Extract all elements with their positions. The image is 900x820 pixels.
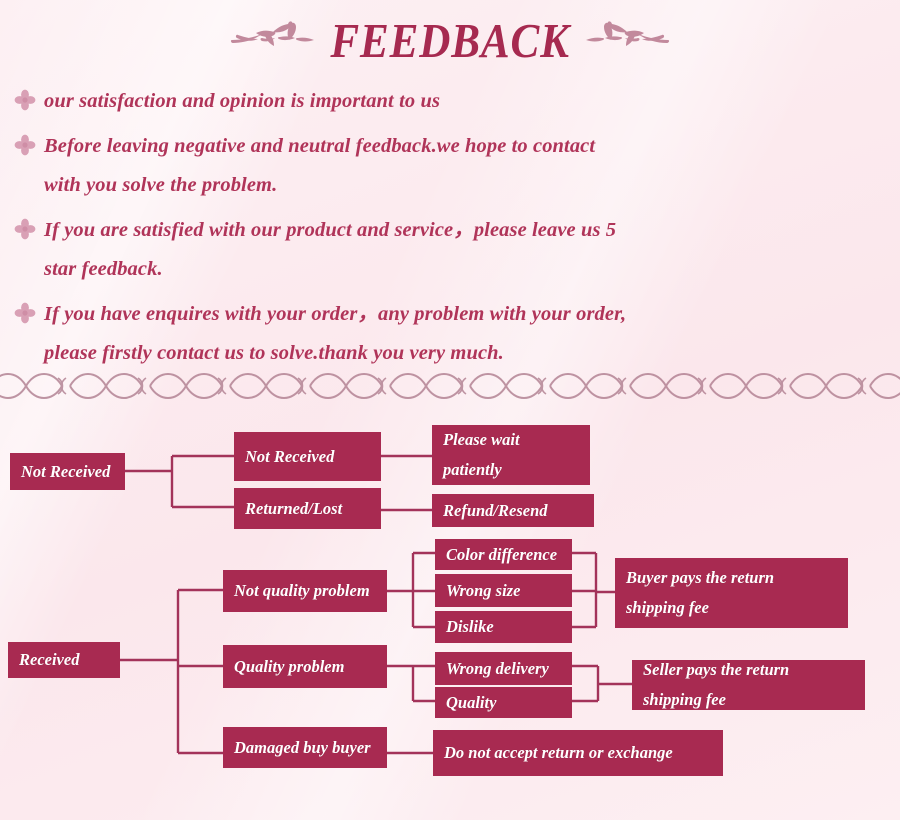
flow-box-line: shipping fee bbox=[626, 598, 709, 617]
flow-box-color-difference[interactable]: Color difference bbox=[435, 539, 572, 570]
flow-box-dislike[interactable]: Dislike bbox=[435, 611, 572, 643]
flow-box-returned-lost[interactable]: Returned/Lost bbox=[234, 488, 381, 529]
flow-box-line: Seller pays the return bbox=[643, 660, 790, 679]
flow-box-quality-problem[interactable]: Quality problem bbox=[223, 645, 387, 688]
flow-box-seller-pays-return-shipping[interactable]: Seller pays the return shipping fee bbox=[632, 660, 865, 710]
flow-box-quality[interactable]: Quality bbox=[435, 687, 572, 718]
flow-box-received-root[interactable]: Received bbox=[8, 642, 120, 678]
flow-box-line: Buyer pays the return bbox=[626, 568, 775, 587]
flow-box-wrong-size[interactable]: Wrong size bbox=[435, 574, 572, 607]
flow-box-not-received-root[interactable]: Not Received bbox=[10, 453, 125, 490]
flow-box-line: shipping fee bbox=[643, 690, 726, 709]
returns-policy-flowchart: Not Received Not Received Returned/Lost … bbox=[0, 0, 900, 820]
flow-box-buyer-pays-return-shipping[interactable]: Buyer pays the return shipping fee bbox=[615, 558, 848, 628]
flow-box-not-quality-problem[interactable]: Not quality problem bbox=[223, 570, 387, 612]
flow-box-please-wait-patiently[interactable]: Please wait patiently bbox=[432, 425, 590, 485]
flow-box-line: patiently bbox=[443, 460, 502, 479]
flow-box-no-return-or-exchange[interactable]: Do not accept return or exchange bbox=[433, 730, 723, 776]
flow-box-not-received-child[interactable]: Not Received bbox=[234, 432, 381, 481]
flow-box-line: Please wait bbox=[443, 430, 520, 449]
flow-box-refund-resend[interactable]: Refund/Resend bbox=[432, 494, 594, 527]
flow-box-wrong-delivery[interactable]: Wrong delivery bbox=[435, 652, 572, 685]
flow-box-damaged-by-buyer[interactable]: Damaged buy buyer bbox=[223, 727, 387, 768]
